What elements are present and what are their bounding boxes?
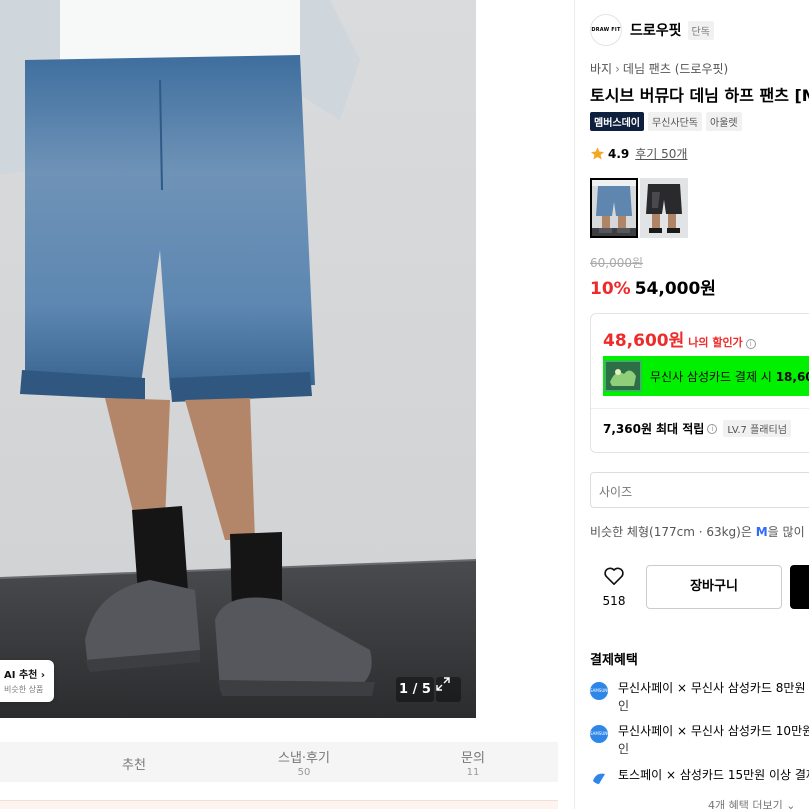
points-row: 7,360원 최대 적립 i LV.7 플래티넘 [603,420,791,437]
payment-benefit-line2: 인 [618,742,630,756]
toss-logo-icon [593,773,605,784]
more-benefits-link[interactable]: 4개 혜택 더보기 ⌄ [708,797,795,809]
breadcrumb: 바지 › 데님 팬츠 (드로우핏) [590,60,728,77]
expand-image-button[interactable] [436,677,461,702]
star-icon [590,147,605,160]
ai-recommend-sub: 비슷한 상품 [4,685,44,694]
payment-benefit-line: 무신사페이 × 무신사 삼성카드 8만원 [618,681,806,695]
thumbnail-blue-denim[interactable] [590,178,638,238]
brand-row[interactable]: DRAW FIT 드로우핏 단독 [590,14,714,46]
rating-row: 4.9 후기 50개 [590,145,687,162]
card-art-icon [606,362,640,390]
add-to-cart-button[interactable]: 장바구니 [646,565,782,609]
chevron-right-icon: › [615,62,620,76]
benefit-box: 48,600원 나의 할인가 i 무신사 삼성카드 결제 시 18,60 7,3… [590,313,809,453]
original-price: 60,000원 [590,256,644,270]
payment-benefit-line2: 인 [618,699,630,713]
tab-recommend[interactable]: 추천 [108,742,160,782]
points-label: 최대 적립 [656,422,705,436]
thumbnail-black-image [640,178,688,238]
payment-benefit-item[interactable]: SAMSUNG 무신사페이 × 무신사 삼성카드 10만원 인 [590,722,809,758]
payment-benefit-item[interactable]: 토스페이 × 삼성카드 15만원 이상 결제 [590,766,809,787]
detail-tab-bar: 추천 스냅·후기 50 문의 11 [0,742,558,782]
tab-snap-review[interactable]: 스냅·후기 50 [268,742,340,782]
color-thumbnails [590,178,690,238]
payment-benefit-item[interactable]: SAMSUNG 무신사페이 × 무신사 삼성카드 8만원 인 [590,679,806,715]
thumbnail-black-denim[interactable] [640,178,688,238]
payment-benefit-line: 토스페이 × 삼성카드 15만원 이상 결제 [618,768,809,782]
similar-body-size: M [755,525,768,539]
card-promo-amount: 18,60 [775,369,809,384]
tab-inquiry[interactable]: 문의 11 [446,742,500,782]
benefit-divider [591,408,809,409]
my-price-row: 48,600원 나의 할인가 i [603,326,756,351]
size-select[interactable]: 사이즈 [590,472,809,508]
toss-icon [590,769,608,787]
payment-benefits-title: 결제혜택 [590,653,638,668]
points-amount: 7,360원 [603,422,652,436]
samsung-card-icon: SAMSUNG [590,682,610,700]
brand-name[interactable]: 드로우핏 [630,20,682,40]
expand-icon [436,677,450,691]
review-count-link[interactable]: 후기 50개 [635,145,687,162]
info-icon[interactable]: i [707,423,718,434]
breadcrumb-item-pants[interactable]: 바지 [590,62,612,76]
tag-exclusive: 무신사단독 [648,112,702,131]
ai-recommend-label: AI 추천 [4,670,38,681]
like-button[interactable]: 518 [596,566,632,608]
sale-price: 54,000원 [634,279,716,299]
tab-snap-review-count: 50 [297,767,311,778]
discount-rate: 10% [590,279,631,299]
product-info-panel: DRAW FIT 드로우핏 단독 바지 › 데님 팬츠 (드로우핏) 토시브 버뮤다… [590,0,809,809]
member-level-badge: LV.7 플래티넘 [723,420,791,437]
card-promo-banner[interactable]: 무신사 삼성카드 결제 시 18,60 [603,356,809,396]
tab-inquiry-label: 문의 [461,751,485,766]
exclusive-badge: 단독 [687,20,714,40]
chevron-right-icon: › [40,670,45,681]
tab-recommend-label: 추천 [122,758,146,773]
similar-body-suffix: 을 많이 구 [767,525,809,539]
like-count: 518 [602,594,626,608]
more-benefits-label: 4개 혜택 더보기 [708,799,783,809]
product-title: 토시브 버뮤다 데님 하프 팬츠 [M [590,86,809,105]
breadcrumb-item-denim[interactable]: 데님 팬츠 (드로우핏) [623,62,728,76]
heart-icon [604,567,624,585]
product-photo-illustration [0,0,476,718]
ai-recommend-chip[interactable]: AI 추천 › 비슷한 상품 [0,660,54,702]
thumbnail-blue-image [590,178,638,238]
my-discount-label: 나의 할인가 [688,336,743,349]
sale-price-row: 10% 54,000원 [590,274,716,299]
my-discount-price: 48,600원 [603,331,685,351]
image-counter: 1 / 5 [396,677,434,702]
payment-benefit-line: 무신사페이 × 무신사 삼성카드 10만원 [618,724,809,738]
product-main-image[interactable]: AI 추천 › 비슷한 상품 1 / 5 [0,0,476,718]
similar-body-text: 비슷한 체형(177cm · 63kg)은 [590,525,752,539]
samsung-card-icon: SAMSUNG [590,725,610,743]
rating-score: 4.9 [608,146,630,161]
chevron-down-icon: ⌄ [786,799,796,809]
tag-outlet: 아울렛 [706,112,742,131]
section-divider [0,800,558,809]
column-divider [574,0,575,809]
tab-snap-review-label: 스냅·후기 [278,751,330,766]
info-icon[interactable]: i [745,339,756,349]
tag-membersday: 멤버스데이 [590,112,644,131]
card-promo-text: 무신사 삼성카드 결제 시 [650,369,772,384]
product-tags: 멤버스데이 무신사단독 아울렛 [590,112,746,131]
buy-now-button[interactable] [790,565,809,609]
tab-inquiry-count: 11 [466,767,480,778]
brand-logo[interactable]: DRAW FIT [590,14,622,46]
similar-body-hint: 비슷한 체형(177cm · 63kg)은 M을 많이 구 [590,523,809,540]
credit-card-image [604,360,642,392]
